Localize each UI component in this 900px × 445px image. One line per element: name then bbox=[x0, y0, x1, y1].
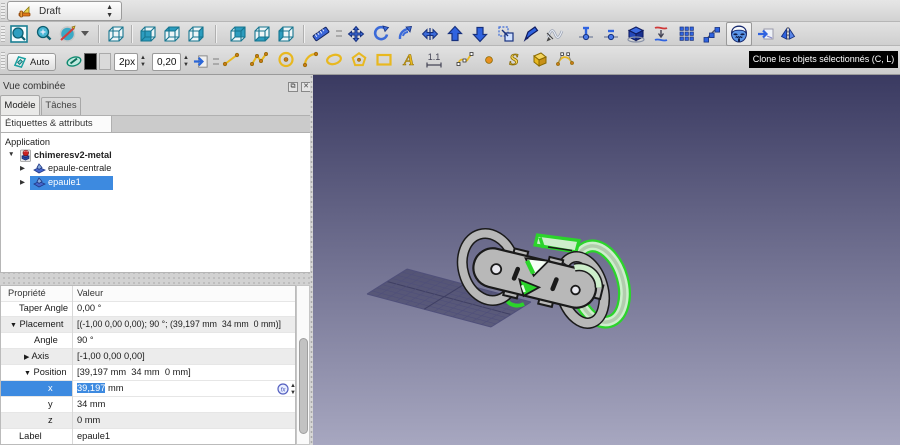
svg-text:S: S bbox=[509, 51, 518, 69]
svg-text:1.1: 1.1 bbox=[428, 52, 441, 62]
svg-text:A: A bbox=[403, 52, 415, 69]
